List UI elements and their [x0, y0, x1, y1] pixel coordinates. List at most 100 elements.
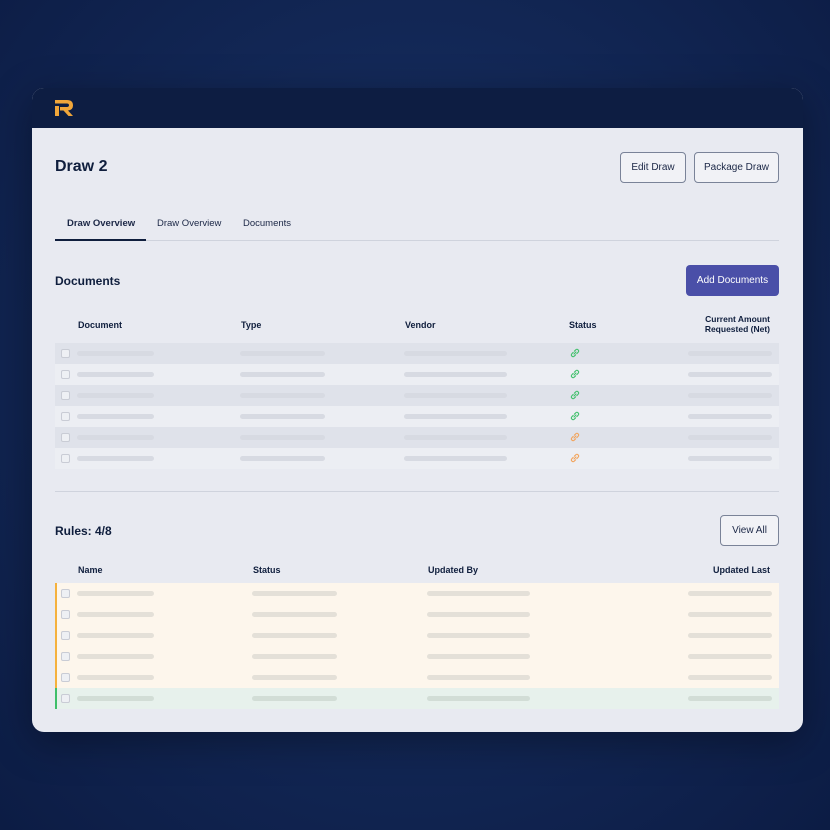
warning-accent: [55, 583, 57, 604]
placeholder-bar: [77, 351, 154, 356]
row-checkbox[interactable]: [61, 454, 70, 463]
warning-accent: [55, 646, 57, 667]
row-checkbox[interactable]: [61, 589, 70, 598]
placeholder-bar: [252, 633, 337, 638]
tab-bar: Draw Overview Draw Overview Documents: [55, 209, 779, 241]
tab-draw-overview[interactable]: Draw Overview: [67, 218, 135, 229]
row-checkbox[interactable]: [61, 631, 70, 640]
row-checkbox[interactable]: [61, 370, 70, 379]
link-icon[interactable]: [569, 452, 581, 464]
placeholder-bar: [427, 612, 530, 617]
row-checkbox[interactable]: [61, 433, 70, 442]
placeholder-bar: [252, 696, 337, 701]
placeholder-bar: [688, 612, 772, 617]
table-row[interactable]: [55, 625, 779, 646]
table-row[interactable]: [55, 364, 779, 385]
placeholder-bar: [688, 633, 772, 638]
placeholder-bar: [427, 654, 530, 659]
placeholder-bar: [688, 393, 772, 398]
placeholder-bar: [688, 351, 772, 356]
row-checkbox[interactable]: [61, 652, 70, 661]
placeholder-bar: [404, 372, 507, 377]
placeholder-bar: [252, 591, 337, 596]
placeholder-bar: [240, 393, 325, 398]
link-icon[interactable]: [569, 347, 581, 359]
column-header-type[interactable]: Type: [241, 320, 261, 330]
column-header-updated-last[interactable]: Updated Last: [672, 565, 770, 575]
placeholder-bar: [427, 696, 530, 701]
placeholder-bar: [427, 675, 530, 680]
table-row[interactable]: [55, 583, 779, 604]
column-header-name[interactable]: Name: [78, 565, 103, 575]
rules-section-title: Rules: 4/8: [55, 524, 112, 538]
warning-accent: [55, 667, 57, 688]
row-checkbox[interactable]: [61, 610, 70, 619]
package-draw-button[interactable]: Package Draw: [694, 152, 779, 183]
column-header-document[interactable]: Document: [78, 320, 122, 330]
link-icon[interactable]: [569, 431, 581, 443]
view-all-button[interactable]: View All: [720, 515, 779, 546]
placeholder-bar: [688, 696, 772, 701]
placeholder-bar: [240, 435, 325, 440]
link-icon[interactable]: [569, 389, 581, 401]
row-checkbox[interactable]: [61, 391, 70, 400]
warning-accent: [55, 604, 57, 625]
placeholder-bar: [77, 414, 154, 419]
table-row[interactable]: [55, 406, 779, 427]
column-header-updated-by[interactable]: Updated By: [428, 565, 478, 575]
R-logo-icon[interactable]: [54, 99, 74, 117]
tab-documents[interactable]: Documents: [243, 218, 291, 229]
row-checkbox[interactable]: [61, 349, 70, 358]
placeholder-bar: [688, 435, 772, 440]
rules-table: [55, 583, 779, 709]
app-window: Draw 2 Edit Draw Package Draw Draw Overv…: [32, 88, 803, 732]
table-row[interactable]: [55, 448, 779, 469]
placeholder-bar: [427, 633, 530, 638]
table-row[interactable]: [55, 667, 779, 688]
row-checkbox[interactable]: [61, 673, 70, 682]
placeholder-bar: [688, 675, 772, 680]
placeholder-bar: [688, 456, 772, 461]
placeholder-bar: [252, 675, 337, 680]
placeholder-bar: [77, 696, 154, 701]
placeholder-bar: [688, 591, 772, 596]
placeholder-bar: [240, 456, 325, 461]
placeholder-bar: [77, 456, 154, 461]
table-row[interactable]: [55, 646, 779, 667]
table-row[interactable]: [55, 343, 779, 364]
placeholder-bar: [252, 654, 337, 659]
table-row[interactable]: [55, 385, 779, 406]
table-row[interactable]: [55, 427, 779, 448]
placeholder-bar: [77, 633, 154, 638]
placeholder-bar: [404, 435, 507, 440]
table-row[interactable]: [55, 688, 779, 709]
row-checkbox[interactable]: [61, 412, 70, 421]
column-header-line-2: Requested (Net): [704, 324, 770, 334]
column-header-current-amount[interactable]: Current Amount Requested (Net): [672, 314, 770, 334]
page-title: Draw 2: [55, 158, 108, 175]
placeholder-bar: [77, 654, 154, 659]
placeholder-bar: [404, 393, 507, 398]
link-icon[interactable]: [569, 368, 581, 380]
section-divider: [55, 491, 779, 492]
placeholder-bar: [427, 591, 530, 596]
column-header-line-1: Current Amount: [705, 314, 770, 324]
pass-accent: [55, 688, 57, 709]
placeholder-bar: [77, 612, 154, 617]
column-header-vendor[interactable]: Vendor: [405, 320, 436, 330]
column-header-status[interactable]: Status: [569, 320, 597, 330]
warning-accent: [55, 625, 57, 646]
placeholder-bar: [77, 393, 154, 398]
row-checkbox[interactable]: [61, 694, 70, 703]
column-header-rule-status[interactable]: Status: [253, 565, 281, 575]
table-row[interactable]: [55, 604, 779, 625]
placeholder-bar: [240, 351, 325, 356]
add-documents-button[interactable]: Add Documents: [686, 265, 779, 296]
placeholder-bar: [77, 591, 154, 596]
edit-draw-button[interactable]: Edit Draw: [620, 152, 686, 183]
link-icon[interactable]: [569, 410, 581, 422]
placeholder-bar: [404, 351, 507, 356]
placeholder-bar: [77, 372, 154, 377]
top-bar: [32, 88, 803, 128]
tab-draw-overview-2[interactable]: Draw Overview: [157, 218, 221, 229]
